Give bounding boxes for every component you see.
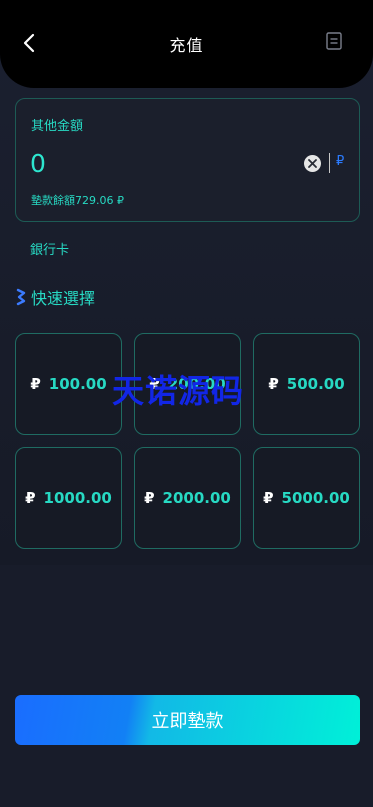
ruble-sign: ₽: [25, 489, 36, 507]
quick-amount-5000[interactable]: ₽ 5000.00: [253, 447, 360, 549]
quick-select-header: 快速選擇: [16, 286, 95, 308]
top-bar: 充值: [0, 0, 373, 88]
quick-amount-2000[interactable]: ₽ 2000.00: [134, 447, 241, 549]
clear-button[interactable]: [304, 155, 321, 172]
currency-sign: ₽: [336, 154, 345, 169]
ruble-sign: ₽: [144, 489, 155, 507]
ruble-sign: ₽: [268, 375, 279, 393]
amount-input[interactable]: [30, 145, 290, 181]
quick-amount-value: 5000.00: [281, 489, 350, 507]
quick-amount-value: 500.00: [286, 375, 345, 393]
sparkle-icon: [16, 288, 26, 306]
document-icon: [326, 32, 342, 50]
watermark-text: 天诺源码: [112, 372, 245, 410]
quick-amount-value: 2000.00: [162, 489, 231, 507]
amount-label: 其他金額: [31, 119, 84, 134]
quick-amount-1000[interactable]: ₽ 1000.00: [15, 447, 122, 549]
ruble-sign: ₽: [263, 489, 274, 507]
records-button[interactable]: [323, 30, 345, 52]
submit-button[interactable]: 立即墊款: [15, 695, 360, 745]
bank-card-label[interactable]: 銀行卡: [30, 239, 69, 258]
quick-amount-value: 100.00: [48, 375, 107, 393]
close-circle-icon: [308, 159, 317, 168]
amount-card: 其他金額 ₽ 墊款餘額729.06 ₽: [15, 98, 360, 222]
quick-amount-500[interactable]: ₽ 500.00: [253, 333, 360, 435]
input-divider: [329, 153, 330, 173]
quick-amount-value: 1000.00: [43, 489, 112, 507]
quick-select-title: 快速選擇: [31, 289, 96, 308]
balance-text: 墊款餘額729.06 ₽: [31, 194, 124, 207]
quick-amount-100[interactable]: ₽ 100.00: [15, 333, 122, 435]
ruble-sign: ₽: [30, 375, 41, 393]
page-title: 充值: [169, 36, 204, 55]
lower-background: [0, 565, 373, 807]
